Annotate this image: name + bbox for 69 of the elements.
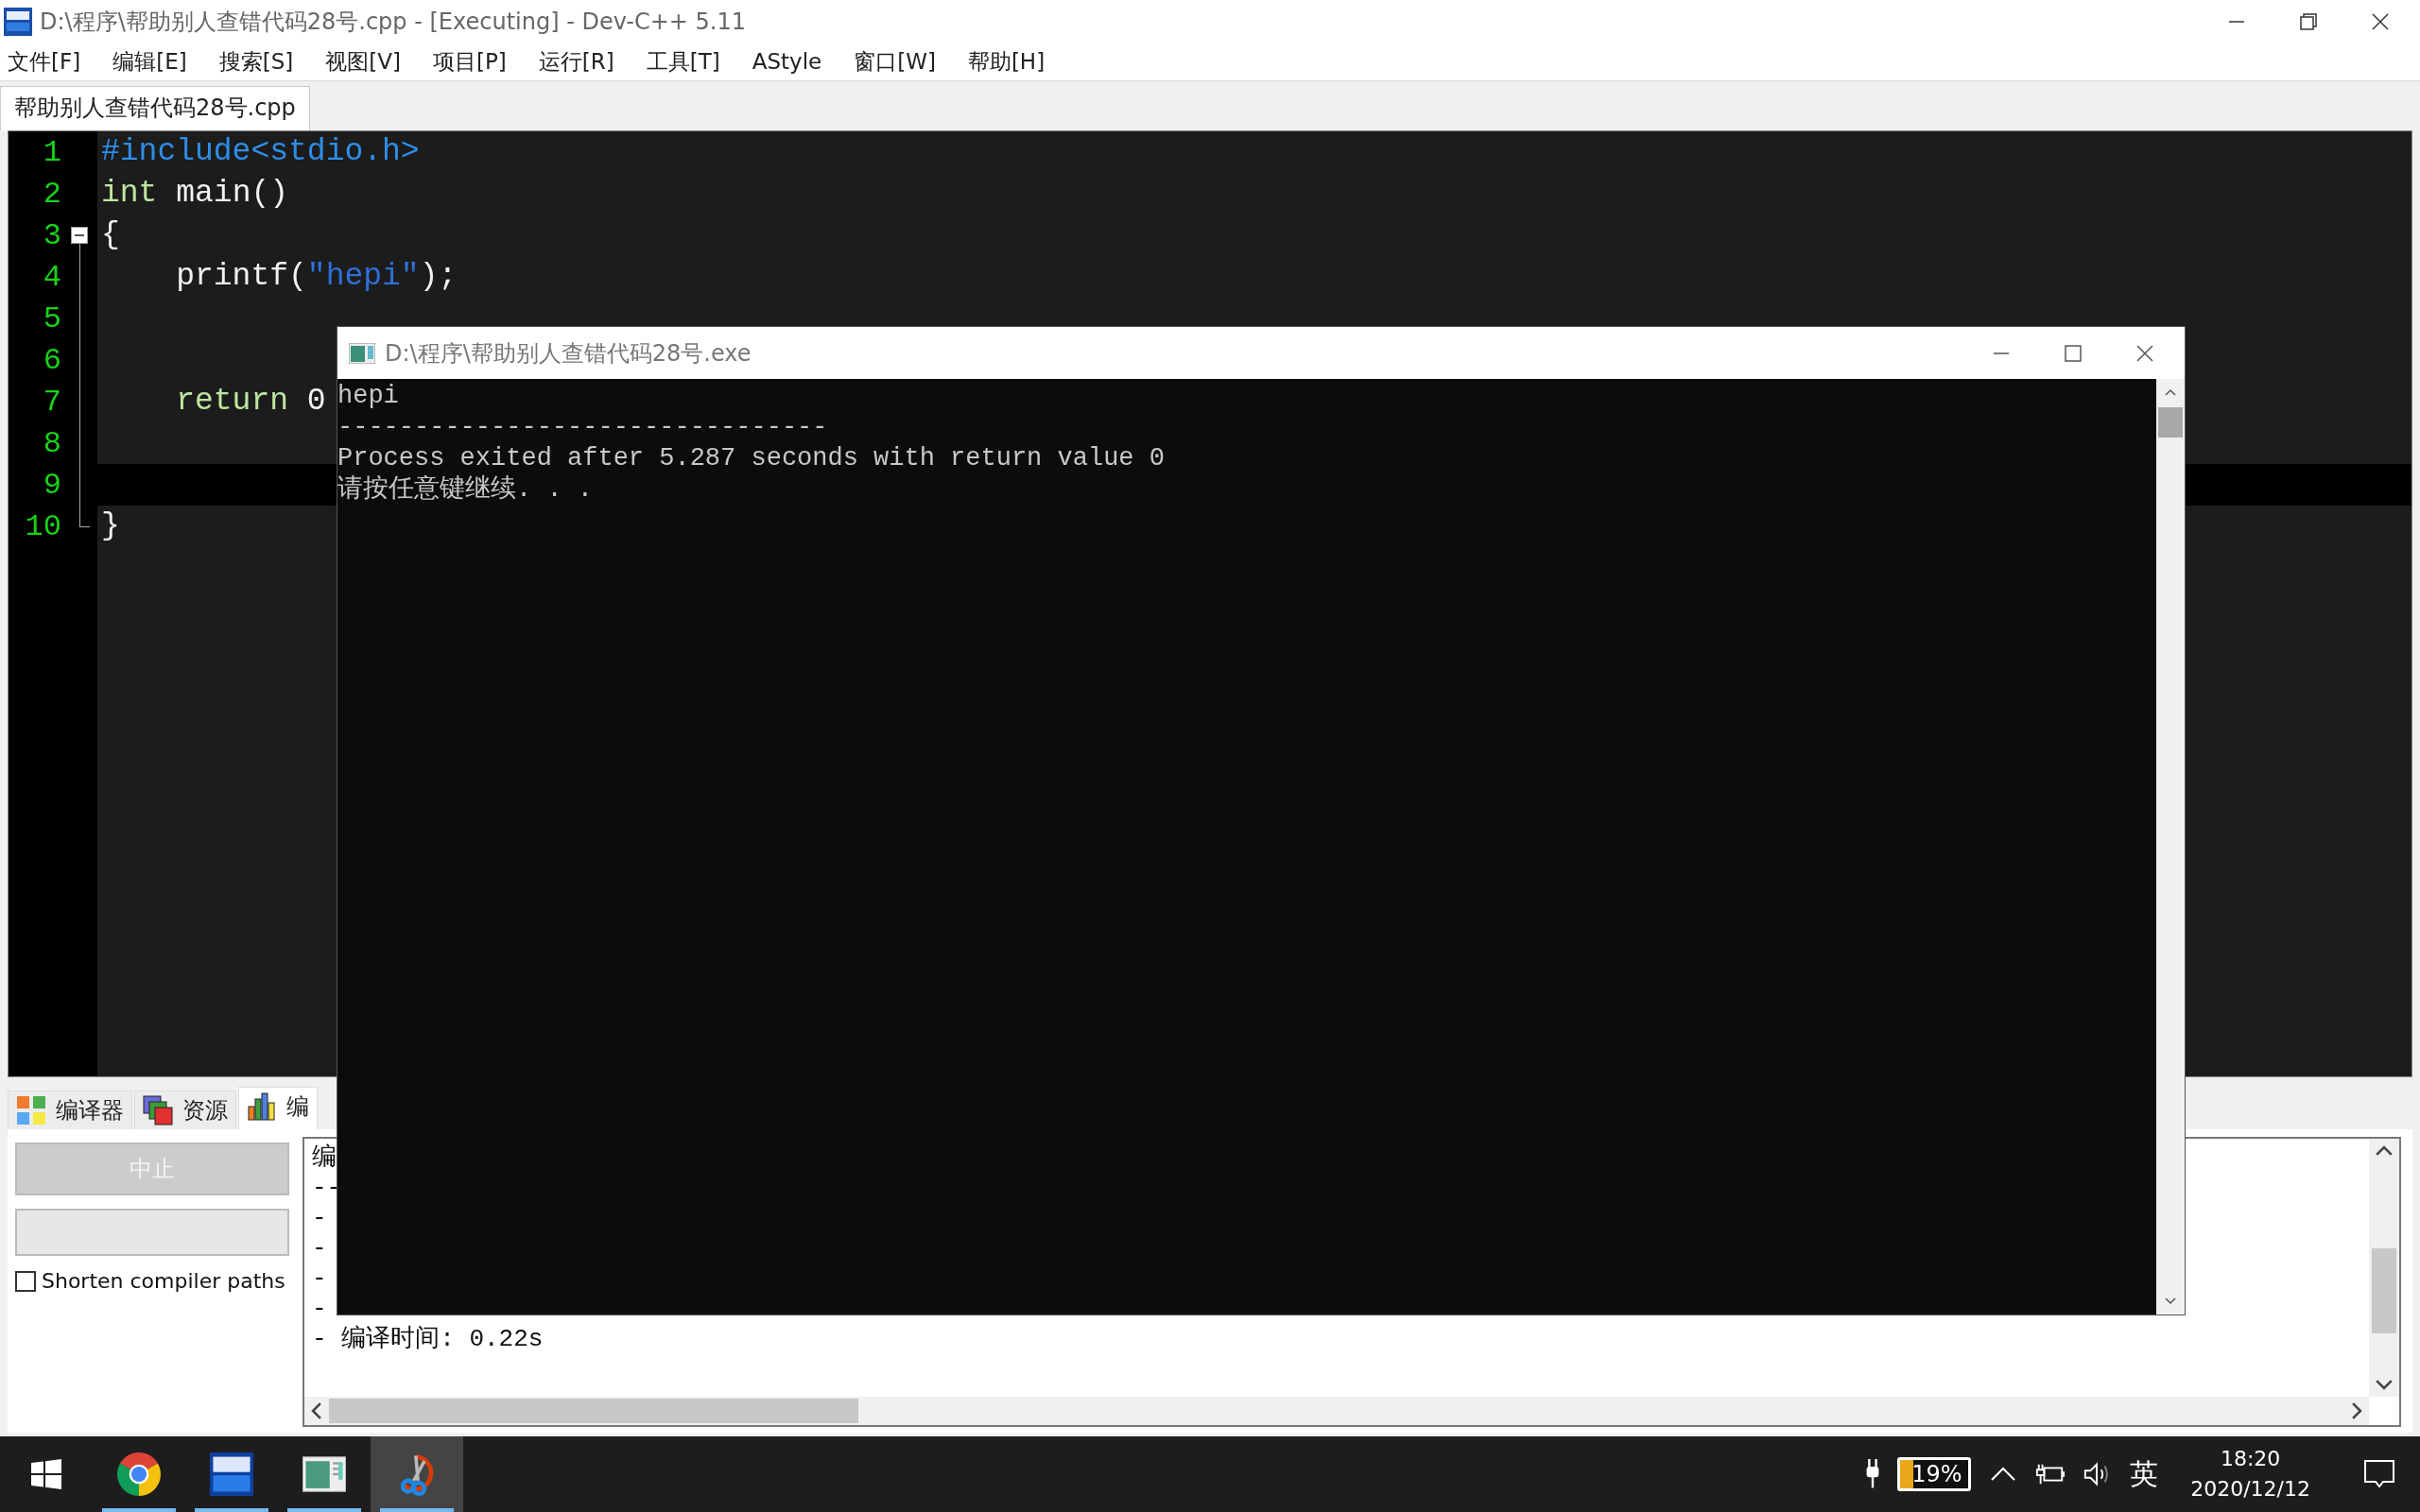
line-number: 10 — [24, 508, 61, 544]
menu-item[interactable]: 窗口[W] — [850, 46, 940, 77]
grid-icon — [16, 1095, 46, 1125]
scrollbar-thumb[interactable] — [2158, 407, 2183, 438]
windows-logo-icon — [31, 1459, 61, 1489]
code-line: } — [101, 507, 120, 545]
log-line: - — [312, 1233, 327, 1263]
log-line: - 编译时间: 0.22s — [312, 1324, 544, 1354]
code-line: return 0 — [175, 383, 326, 421]
menu-item[interactable]: 搜索[S] — [215, 46, 298, 77]
horizontal-scrollbar[interactable] — [304, 1397, 2369, 1425]
vertical-scrollbar[interactable] — [2156, 379, 2185, 1314]
file-tab[interactable]: 帮助别人查错代码28号.cpp — [0, 86, 310, 130]
line-number: 1 — [42, 134, 61, 170]
checkbox-label[interactable]: Shorten compiler paths — [42, 1269, 285, 1293]
line-number: 6 — [42, 342, 61, 378]
panel-tab[interactable]: 编 — [238, 1087, 318, 1129]
console-output-line: hepi — [337, 381, 399, 412]
bar-chart-icon — [247, 1091, 277, 1122]
menu-item[interactable]: AStyle — [748, 49, 826, 74]
close-icon[interactable] — [2371, 11, 2390, 31]
menu-item[interactable]: 工具[T] — [642, 46, 724, 77]
menu-item[interactable]: 项目[P] — [428, 46, 510, 77]
log-line: 编 — [312, 1143, 337, 1173]
code-line: #include<stdio.h> — [101, 133, 420, 171]
line-number: 9 — [42, 467, 61, 503]
line-number: 5 — [42, 301, 61, 336]
console-output-line: 请按任意键继续. . . — [337, 474, 593, 506]
maximize-icon[interactable] — [2064, 343, 2083, 363]
code-line: printf("hepi"); — [175, 258, 458, 296]
browser-icon — [117, 1452, 161, 1496]
ide-icon — [210, 1452, 253, 1496]
log-line: - — [312, 1203, 327, 1233]
code-line: int main() — [101, 175, 289, 213]
battery-percentage: 19% — [1911, 1460, 1962, 1488]
window-title: D:\程序\帮助别人查错代码28号.cpp - [Executing] - Dev-C++ 5.11 — [40, 7, 746, 37]
line-number: 4 — [42, 259, 61, 295]
overlapping-squares-icon — [143, 1095, 173, 1125]
console-output-line: Process exited after 5.287 seconds with return value 0 — [337, 443, 1165, 474]
log-line: - — [312, 1294, 327, 1324]
menu-item[interactable]: 运行[R] — [534, 46, 618, 77]
battery-indicator[interactable]: 19% — [1897, 1457, 1972, 1491]
log-line: - — [312, 1263, 327, 1294]
console-title: D:\程序\帮助别人查错代码28号.exe — [385, 338, 752, 369]
vertical-scrollbar[interactable] — [2369, 1139, 2399, 1397]
code-line: { — [101, 216, 120, 254]
input-method-indicator[interactable]: 英 — [2130, 1454, 2159, 1494]
console-output-line: -------------------------------- — [337, 412, 828, 443]
close-icon[interactable] — [2135, 343, 2154, 363]
restore-icon[interactable] — [2299, 11, 2318, 31]
menu-item[interactable]: 视图[V] — [321, 46, 405, 77]
checkbox[interactable] — [15, 1270, 36, 1292]
panel-tab[interactable]: 编译器 — [8, 1091, 132, 1129]
scrollbar-thumb[interactable] — [2372, 1248, 2396, 1333]
notification-icon[interactable] — [2363, 1458, 2395, 1490]
line-number: 7 — [42, 384, 61, 420]
line-number: 3 — [42, 217, 61, 253]
line-number: 2 — [42, 176, 61, 212]
menu-item[interactable]: 编辑[E] — [109, 46, 191, 77]
console-app-icon — [349, 342, 375, 364]
menu-item[interactable]: 帮助[H] — [963, 46, 1049, 77]
fold-toggle[interactable] — [71, 227, 88, 244]
panel-tab[interactable]: 资源 — [134, 1091, 236, 1129]
clock-time[interactable]: 18:20 — [2220, 1444, 2281, 1474]
app-icon — [4, 7, 32, 36]
line-number: 8 — [42, 425, 61, 461]
scrollbar-thumb[interactable] — [329, 1399, 858, 1423]
menu-item[interactable]: 文件[F] — [4, 46, 85, 77]
clock-date[interactable]: 2020/12/12 — [2190, 1474, 2310, 1504]
